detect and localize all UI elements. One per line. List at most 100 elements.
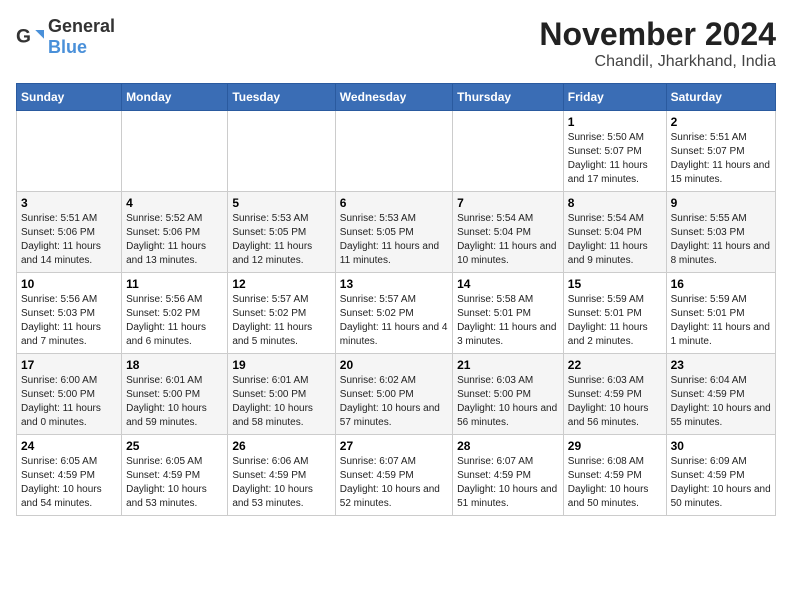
week-row-4: 17Sunrise: 6:00 AMSunset: 5:00 PMDayligh… [17,354,776,435]
day-cell [335,111,452,192]
day-number: 16 [671,277,771,291]
day-number: 18 [126,358,223,372]
header-cell-sunday: Sunday [17,84,122,111]
week-row-2: 3 Sunrise: 5:51 AMSunset: 5:06 PMDaylight… [17,192,776,273]
day-number: 14 [457,277,559,291]
day-cell [17,111,122,192]
day-cell: 10Sunrise: 5:56 AMSunset: 5:03 PMDayligh… [17,273,122,354]
day-number: 20 [340,358,448,372]
day-info: Sunrise: 6:09 AMSunset: 4:59 PMDaylight:… [671,455,771,511]
title-area: November 2024 Chandil, Jharkhand, India [539,16,776,71]
day-cell: 29Sunrise: 6:08 AMSunset: 4:59 PMDayligh… [563,435,666,516]
day-cell: 11Sunrise: 5:56 AMSunset: 5:02 PMDayligh… [122,273,228,354]
day-cell: 27 Sunrise: 6:07 AMSunset: 4:59 PMDayligh… [335,435,452,516]
day-info: Sunrise: 6:05 AMSunset: 4:59 PMDaylight:… [126,455,223,511]
day-cell: 26 Sunrise: 6:06 AMSunset: 4:59 PMDayligh… [228,435,335,516]
day-info: Sunrise: 6:07 AMSunset: 4:59 PMDaylight:… [457,455,559,511]
day-cell: 9 Sunrise: 5:55 AMSunset: 5:03 PMDaylight… [666,192,775,273]
day-info: Sunrise: 5:56 AMSunset: 5:02 PMDaylight:… [126,293,223,349]
day-info: Sunrise: 6:01 AMSunset: 5:00 PMDaylight:… [126,374,223,430]
day-info: Sunrise: 6:03 AMSunset: 4:59 PMDaylight:… [568,374,662,430]
logo-icon: G [16,23,44,51]
logo-blue-text: Blue [48,37,87,57]
day-cell: 24 Sunrise: 6:05 AMSunset: 4:59 PMDayligh… [17,435,122,516]
day-cell: 18 Sunrise: 6:01 AMSunset: 5:00 PMDayligh… [122,354,228,435]
day-cell [122,111,228,192]
day-cell: 14 Sunrise: 5:58 AMSunset: 5:01 PMDayligh… [453,273,564,354]
day-cell: 15 Sunrise: 5:59 AMSunset: 5:01 PMDayligh… [563,273,666,354]
day-cell: 5Sunrise: 5:53 AMSunset: 5:05 PMDaylight… [228,192,335,273]
day-info: Sunrise: 5:55 AMSunset: 5:03 PMDaylight:… [671,212,771,268]
day-cell: 2 Sunrise: 5:51 AMSunset: 5:07 PMDaylight… [666,111,775,192]
day-cell: 25 Sunrise: 6:05 AMSunset: 4:59 PMDayligh… [122,435,228,516]
day-cell: 1 Sunrise: 5:50 AMSunset: 5:07 PMDaylight… [563,111,666,192]
day-number: 8 [568,196,662,210]
day-info: Sunrise: 5:59 AMSunset: 5:01 PMDaylight:… [568,293,662,349]
day-info: Sunrise: 5:53 AMSunset: 5:05 PMDaylight:… [232,212,330,268]
day-cell: 8 Sunrise: 5:54 AMSunset: 5:04 PMDaylight… [563,192,666,273]
day-info: Sunrise: 5:51 AMSunset: 5:06 PMDaylight:… [21,212,117,268]
day-info: Sunrise: 5:57 AMSunset: 5:02 PMDaylight:… [340,293,448,349]
day-number: 2 [671,115,771,129]
calendar-table: SundayMondayTuesdayWednesdayThursdayFrid… [16,83,776,516]
day-cell: 7Sunrise: 5:54 AMSunset: 5:04 PMDaylight… [453,192,564,273]
day-number: 13 [340,277,448,291]
logo-general-text: General [48,16,115,36]
day-number: 27 [340,439,448,453]
day-info: Sunrise: 5:59 AMSunset: 5:01 PMDaylight:… [671,293,771,349]
day-number: 22 [568,358,662,372]
day-number: 6 [340,196,448,210]
svg-text:G: G [16,26,31,47]
day-cell: 21Sunrise: 6:03 AMSunset: 5:00 PMDayligh… [453,354,564,435]
day-number: 4 [126,196,223,210]
day-info: Sunrise: 6:00 AMSunset: 5:00 PMDaylight:… [21,374,117,430]
day-cell: 4 Sunrise: 5:52 AMSunset: 5:06 PMDaylight… [122,192,228,273]
day-info: Sunrise: 5:54 AMSunset: 5:04 PMDaylight:… [568,212,662,268]
header-cell-thursday: Thursday [453,84,564,111]
day-number: 30 [671,439,771,453]
day-cell: 30 Sunrise: 6:09 AMSunset: 4:59 PMDayligh… [666,435,775,516]
day-cell: 13 Sunrise: 5:57 AMSunset: 5:02 PMDayligh… [335,273,452,354]
day-number: 15 [568,277,662,291]
day-info: Sunrise: 5:51 AMSunset: 5:07 PMDaylight:… [671,131,771,187]
day-info: Sunrise: 5:52 AMSunset: 5:06 PMDaylight:… [126,212,223,268]
day-info: Sunrise: 6:03 AMSunset: 5:00 PMDaylight:… [457,374,559,430]
week-row-1: 1 Sunrise: 5:50 AMSunset: 5:07 PMDaylight… [17,111,776,192]
day-info: Sunrise: 5:50 AMSunset: 5:07 PMDaylight:… [568,131,662,187]
header-row: SundayMondayTuesdayWednesdayThursdayFrid… [17,84,776,111]
day-info: Sunrise: 5:53 AMSunset: 5:05 PMDaylight:… [340,212,448,268]
day-number: 1 [568,115,662,129]
day-cell: 3 Sunrise: 5:51 AMSunset: 5:06 PMDaylight… [17,192,122,273]
day-info: Sunrise: 6:04 AMSunset: 4:59 PMDaylight:… [671,374,771,430]
day-cell: 16 Sunrise: 5:59 AMSunset: 5:01 PMDayligh… [666,273,775,354]
day-cell: 22 Sunrise: 6:03 AMSunset: 4:59 PMDayligh… [563,354,666,435]
week-row-3: 10Sunrise: 5:56 AMSunset: 5:03 PMDayligh… [17,273,776,354]
day-cell: 19Sunrise: 6:01 AMSunset: 5:00 PMDayligh… [228,354,335,435]
logo: G General Blue [16,16,115,58]
header-cell-friday: Friday [563,84,666,111]
day-cell: 20 Sunrise: 6:02 AMSunset: 5:00 PMDayligh… [335,354,452,435]
week-row-5: 24 Sunrise: 6:05 AMSunset: 4:59 PMDayligh… [17,435,776,516]
day-info: Sunrise: 6:06 AMSunset: 4:59 PMDaylight:… [232,455,330,511]
day-number: 24 [21,439,117,453]
day-number: 26 [232,439,330,453]
day-number: 9 [671,196,771,210]
day-cell: 28 Sunrise: 6:07 AMSunset: 4:59 PMDayligh… [453,435,564,516]
day-number: 23 [671,358,771,372]
header-cell-tuesday: Tuesday [228,84,335,111]
subtitle: Chandil, Jharkhand, India [539,53,776,71]
day-info: Sunrise: 6:02 AMSunset: 5:00 PMDaylight:… [340,374,448,430]
day-number: 3 [21,196,117,210]
day-number: 7 [457,196,559,210]
day-info: Sunrise: 5:56 AMSunset: 5:03 PMDaylight:… [21,293,117,349]
day-info: Sunrise: 6:05 AMSunset: 4:59 PMDaylight:… [21,455,117,511]
day-cell [228,111,335,192]
day-info: Sunrise: 6:08 AMSunset: 4:59 PMDaylight:… [568,455,662,511]
day-info: Sunrise: 5:58 AMSunset: 5:01 PMDaylight:… [457,293,559,349]
header-cell-wednesday: Wednesday [335,84,452,111]
day-info: Sunrise: 6:07 AMSunset: 4:59 PMDaylight:… [340,455,448,511]
day-number: 28 [457,439,559,453]
day-number: 12 [232,277,330,291]
day-info: Sunrise: 6:01 AMSunset: 5:00 PMDaylight:… [232,374,330,430]
day-number: 25 [126,439,223,453]
